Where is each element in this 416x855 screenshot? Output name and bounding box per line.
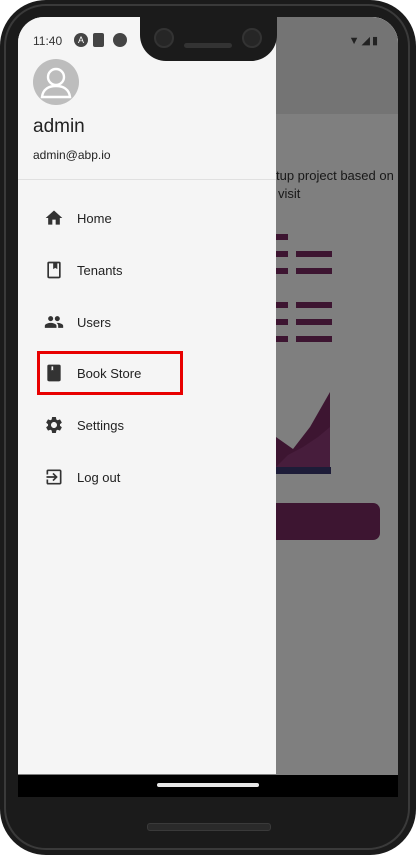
book-icon: [44, 260, 64, 280]
earpiece-speaker: [184, 43, 232, 48]
menu-item-users[interactable]: Users: [44, 305, 264, 339]
drawer-divider: [18, 179, 276, 180]
android-studio-icon: A: [74, 33, 88, 47]
menu-item-label: Users: [77, 314, 111, 330]
menu-item-label: Log out: [77, 469, 121, 485]
home-gesture-pill[interactable]: [157, 783, 259, 787]
home-icon: [44, 208, 64, 228]
front-camera-icon: [242, 28, 262, 48]
person-icon: [40, 67, 72, 99]
phone-frame: tup project based on visit: [0, 0, 416, 855]
wifi-icon: ▼: [348, 35, 362, 47]
gear-icon: [44, 415, 64, 435]
status-time: 11:40: [33, 34, 63, 48]
menu-item-home[interactable]: Home: [44, 201, 264, 235]
signal-icon: ◢: [361, 35, 372, 47]
user-avatar: [33, 59, 79, 105]
menu-item-log-out[interactable]: Log out: [44, 460, 264, 494]
user-name: admin: [33, 116, 85, 137]
screen: tup project based on visit: [18, 17, 398, 797]
face-icon: [113, 33, 127, 47]
menu-item-label: Home: [77, 210, 112, 226]
bottom-speaker: [147, 823, 271, 831]
menu-item-settings[interactable]: Settings: [44, 408, 264, 442]
navigation-drawer: admin admin@abp.io Home Tenants Users Bo…: [18, 17, 276, 774]
status-right: ▼◢▮: [349, 34, 380, 47]
user-email: admin@abp.io: [33, 148, 111, 162]
camera-notch: [140, 17, 277, 61]
menu-item-label: Settings: [77, 417, 124, 433]
sd-card-icon: [93, 33, 104, 47]
battery-icon: ▮: [371, 35, 380, 47]
logout-icon: [44, 467, 64, 487]
menu-item-label: Tenants: [77, 262, 123, 278]
front-camera-icon: [154, 28, 174, 48]
highlight-box: [37, 351, 183, 395]
menu-item-tenants[interactable]: Tenants: [44, 253, 264, 287]
people-icon: [44, 312, 64, 332]
